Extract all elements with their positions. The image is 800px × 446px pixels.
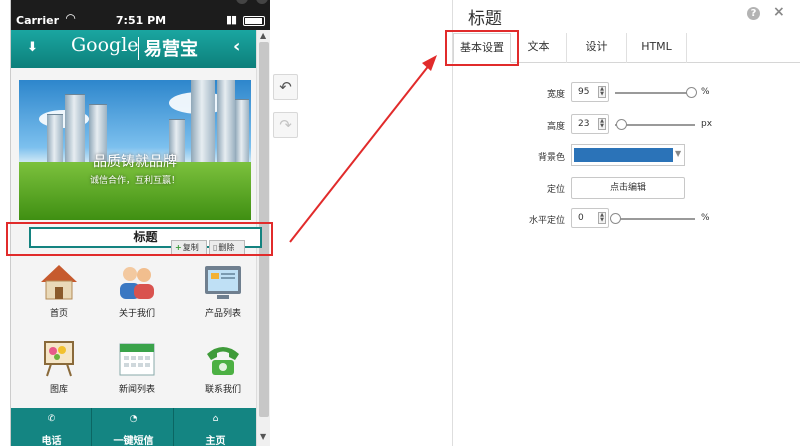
h-offset-label: 水平定位 (528, 216, 565, 226)
position-label: 定位 (546, 185, 565, 195)
h-offset-slider[interactable] (615, 218, 695, 220)
bg-color-picker[interactable]: ▼ (571, 144, 685, 166)
h-offset-slider-thumb[interactable] (610, 213, 621, 224)
tab-html[interactable]: HTML (627, 33, 687, 63)
tab-design[interactable]: 设计 (567, 33, 627, 63)
width-unit: % (701, 87, 710, 97)
panel-tabs: 基本设置 文本 设计 HTML (445, 30, 800, 66)
height-input[interactable]: 23 ▲ ▼ (571, 114, 609, 134)
width-input[interactable]: 95 ▲ ▼ (571, 82, 609, 102)
h-offset-input[interactable]: 0 ▲ ▼ (571, 208, 609, 228)
close-icon[interactable]: × (773, 4, 785, 20)
color-swatch (574, 148, 673, 162)
stepper-icon[interactable]: ▲ ▼ (598, 118, 606, 130)
tab-text[interactable]: 文本 (511, 33, 567, 63)
properties-panel: 标题 ? × 基本设置 文本 设计 HTML 宽度 95 ▲ ▼ % 高度 23 ▲ ▼… (445, 0, 800, 446)
help-icon[interactable]: ? (747, 7, 760, 20)
dropdown-arrow-icon: ▼ (675, 149, 682, 158)
stepper-icon[interactable]: ▲ ▼ (598, 212, 606, 224)
panel-title: 标题 (468, 9, 502, 29)
edit-position-button[interactable]: 点击编辑 (571, 177, 685, 199)
width-label: 宽度 (546, 90, 565, 100)
width-slider-thumb[interactable] (686, 87, 697, 98)
height-slider-thumb[interactable] (616, 119, 628, 130)
height-unit: px (701, 119, 713, 129)
width-slider[interactable] (615, 92, 695, 94)
height-label: 高度 (546, 122, 565, 132)
stepper-icon[interactable]: ▲ ▼ (598, 86, 606, 98)
tab-highlight (445, 30, 519, 66)
bg-color-label: 背景色 (537, 153, 565, 163)
h-offset-unit: % (701, 213, 710, 223)
